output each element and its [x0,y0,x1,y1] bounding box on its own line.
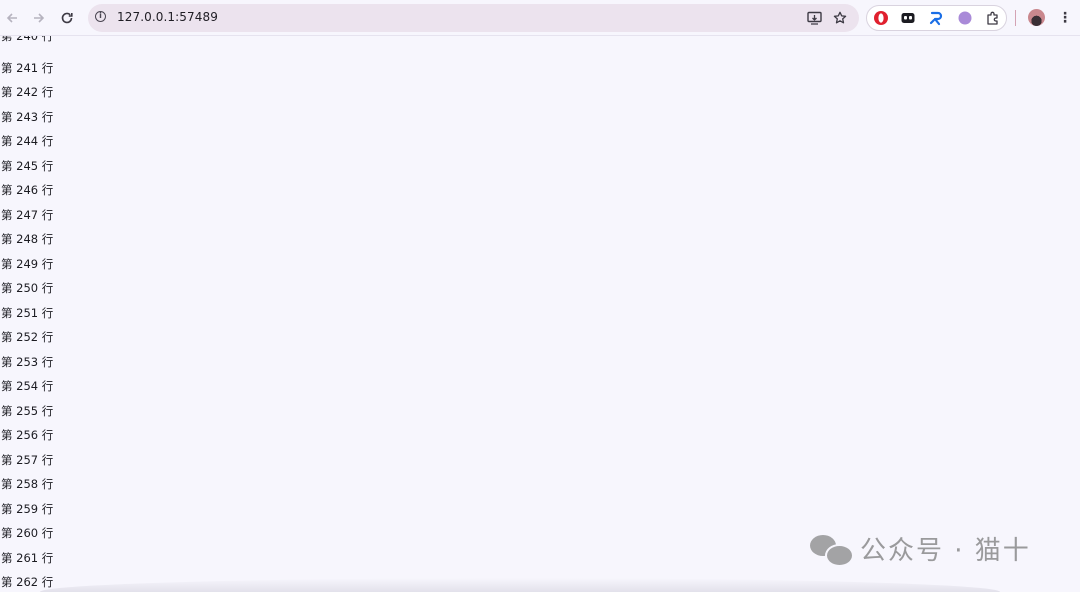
list-item: 第 258 行 [1,477,54,491]
browser-toolbar: i 127.0.0.1:57489 ⋮ [0,0,1080,36]
list-item: 第 241 行 [1,61,54,75]
reload-icon [61,12,73,24]
watermark: 公众号 · 猫十 [808,530,1031,567]
list-item: 第 248 行 [1,232,54,246]
toolbar-separator [1015,10,1016,26]
list-item: 第 247 行 [1,208,54,222]
puzzle-icon[interactable] [985,10,1001,26]
arrow-right-icon [34,13,45,23]
list-item: 第 252 行 [1,330,54,344]
list-item: 第 242 行 [1,85,54,99]
url-text[interactable]: 127.0.0.1:57489 [117,10,218,24]
list-item: 第 254 行 [1,379,54,393]
address-bar[interactable]: i 127.0.0.1:57489 [88,4,859,32]
list-item: 第 256 行 [1,428,54,442]
translate-extension-icon[interactable] [928,10,944,26]
list-item: 第 259 行 [1,502,54,516]
info-icon[interactable]: i [95,11,106,22]
list-item: 第 260 行 [1,526,54,540]
list-item: 第 253 行 [1,355,54,369]
forward-button[interactable] [29,8,49,28]
browser-window: i 127.0.0.1:57489 ⋮ 第 240 行 第 241 行 第 24… [0,0,1080,592]
arrow-left-icon [6,13,17,23]
purple-circle-extension-icon[interactable] [957,10,973,26]
tab-extension-icon[interactable] [900,10,916,26]
watermark-text: 公众号 · 猫十 [860,535,1031,566]
wechat-icon [808,531,854,567]
install-app-icon[interactable] [805,9,823,27]
scroll-shadow [40,578,1000,592]
reload-button[interactable] [57,8,77,28]
kebab-menu-icon[interactable]: ⋮ [1058,8,1072,28]
list-item: 第 249 行 [1,257,54,271]
list-item: 第 246 行 [1,183,54,197]
list-item: 第 243 行 [1,110,54,124]
profile-avatar[interactable] [1028,9,1045,26]
page-content: 第 240 行 第 241 行 第 242 行 第 243 行 第 244 行 … [0,36,1080,592]
list-item: 第 257 行 [1,453,54,467]
list-item: 第 245 行 [1,159,54,173]
star-icon[interactable] [831,9,849,27]
list-item: 第 250 行 [1,281,54,295]
list-item: 第 261 行 [1,551,54,565]
extensions-area [866,5,1007,31]
opera-extension-icon[interactable] [873,10,889,26]
list-item: 第 240 行 [1,36,54,43]
list-item: 第 255 行 [1,404,54,418]
list-item: 第 244 行 [1,134,54,148]
back-button[interactable] [2,8,22,28]
list-item: 第 251 行 [1,306,54,320]
